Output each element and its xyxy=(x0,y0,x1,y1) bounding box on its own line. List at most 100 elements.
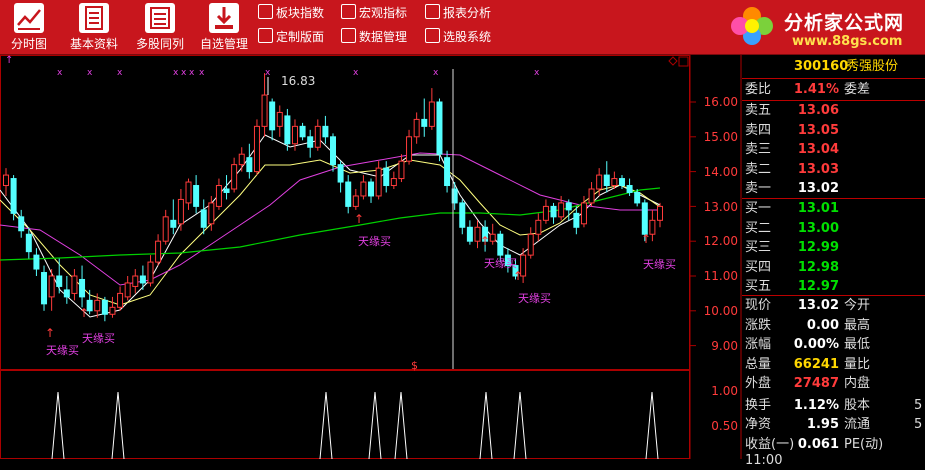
candle-body xyxy=(444,157,451,187)
weibi-row: 委比 1.41% 委差 xyxy=(742,80,925,99)
basic-info-label: 基本资料 xyxy=(69,37,118,51)
candle-body xyxy=(542,205,549,221)
candle-body xyxy=(588,188,595,204)
buy-arrow-icon: ↑ xyxy=(513,269,523,283)
report-analysis-button[interactable]: 报表分析 xyxy=(425,4,491,22)
high-price-label: 16.83 xyxy=(281,74,315,88)
stock-code: 300160 xyxy=(794,59,849,74)
y-tick: 14.00 xyxy=(704,165,738,179)
buy-arrow-icon: ↑ xyxy=(641,232,651,246)
ask-row: 卖五 13.06 xyxy=(742,101,925,120)
custom-layout-button[interactable]: 定制版面 xyxy=(258,28,324,46)
row-value: 13.02 xyxy=(797,181,839,196)
chart-maximize-icon[interactable] xyxy=(678,56,689,67)
stock-header: 300160 秀强股份 xyxy=(742,57,925,76)
candle-body xyxy=(330,136,336,166)
candle-body xyxy=(208,202,215,225)
macro-indicator-button[interactable]: 宏观指标 xyxy=(341,4,407,22)
row-label: 卖一 xyxy=(745,181,772,196)
candle-body xyxy=(18,216,25,232)
marker-dollar: $ xyxy=(411,359,418,372)
candle-body xyxy=(71,275,78,294)
candle-body xyxy=(489,233,496,242)
bid-row: 买二 13.00 xyxy=(742,219,925,238)
row-label-2: 今开 xyxy=(844,298,871,313)
row-label: 涨跌 xyxy=(745,317,772,333)
candle-body xyxy=(231,164,238,190)
intraday-chart-button[interactable]: 分时图 xyxy=(4,0,54,54)
y-tick: 11.00 xyxy=(704,269,738,283)
candle-body xyxy=(63,289,70,298)
download-icon xyxy=(209,3,239,33)
kline-chart[interactable]: 16.00 15.00 14.00 13.00 12.00 11.00 10.0… xyxy=(0,55,742,459)
bid-row: 买五 12.97 xyxy=(742,277,925,296)
sub-indicator xyxy=(51,391,659,459)
row-label: 买五 xyxy=(745,279,772,294)
candle-body xyxy=(421,118,428,127)
top-mark: x xyxy=(353,68,359,78)
candle-body xyxy=(565,202,572,211)
candle-body xyxy=(215,185,222,207)
signal-spike xyxy=(479,391,493,459)
chart-diamond-icon[interactable] xyxy=(668,56,678,66)
list-icon xyxy=(145,3,175,33)
candle-body xyxy=(109,306,116,315)
row-label: 卖三 xyxy=(745,142,772,157)
macro-indicator-label: 宏观指标 xyxy=(359,6,408,20)
candle-body xyxy=(79,278,86,298)
bid-row: 买四 12.98 xyxy=(742,258,925,277)
bar-chart-icon xyxy=(341,4,356,19)
y-tick: 12.00 xyxy=(704,234,738,248)
buy-arrow-icon: ↑ xyxy=(354,212,364,226)
logo-text: 分析家公式网 xyxy=(784,12,905,34)
y-tick: 15.00 xyxy=(704,130,738,144)
top-mark: x xyxy=(57,68,63,78)
sector-index-button[interactable]: 板块指数 xyxy=(258,4,324,22)
watchlist-button[interactable]: 自选管理 xyxy=(194,0,254,54)
candle-body xyxy=(132,275,139,287)
candle-body xyxy=(618,178,625,187)
line-chart-icon xyxy=(14,3,44,33)
multi-stock-button[interactable]: 多股同列 xyxy=(130,0,190,54)
stat-row: 现价 13.02 今开 xyxy=(742,296,925,315)
candle-body xyxy=(246,157,253,173)
candle-body xyxy=(466,226,473,242)
signal-spike xyxy=(513,391,527,459)
candle-body xyxy=(596,174,603,190)
buy-signals: ↑天缘买↑天缘买↑天缘买 ↑天缘买↑天缘买↑天缘买 xyxy=(45,212,676,357)
table-icon xyxy=(425,4,440,19)
buy-arrow-icon: ↑ xyxy=(79,306,89,320)
ask-row: 卖一 13.02 xyxy=(742,179,925,198)
top-mark: x xyxy=(181,68,187,78)
candle-body xyxy=(428,101,435,127)
candle-body xyxy=(641,202,648,235)
candle-body xyxy=(177,198,184,225)
candle-body xyxy=(124,282,131,298)
candle-body xyxy=(368,181,375,197)
sub-chart-frame xyxy=(0,370,690,459)
row-label: 买一 xyxy=(745,201,772,216)
candle-body xyxy=(573,212,580,228)
signal-spike xyxy=(51,391,65,459)
candle-body xyxy=(25,233,32,253)
report-analysis-label: 报表分析 xyxy=(443,6,492,20)
data-management-button[interactable]: 数据管理 xyxy=(341,28,407,46)
stat-row: 涨幅 0.00% 最低 xyxy=(742,335,925,354)
row-label: 净资 xyxy=(745,417,772,432)
ask-row: 卖四 13.05 xyxy=(742,121,925,140)
top-mark: x xyxy=(87,68,93,78)
select-icon xyxy=(425,28,440,43)
basic-info-button[interactable]: 基本资料 xyxy=(64,0,124,54)
watchlist-label: 自选管理 xyxy=(199,37,248,51)
time-label: 11:00 xyxy=(745,453,783,468)
multi-stock-label: 多股同列 xyxy=(135,37,184,51)
row-value: 13.00 xyxy=(797,220,839,236)
stock-selection-button[interactable]: 选股系统 xyxy=(425,28,491,46)
candle-body xyxy=(223,188,230,193)
row-value: 13.01 xyxy=(797,201,839,216)
y-tick: 10.00 xyxy=(704,304,738,318)
signal-spike xyxy=(645,391,659,459)
stock-selection-label: 选股系统 xyxy=(443,30,492,44)
bid-row: 买一 13.01 xyxy=(742,199,925,218)
stat-row: 换手 1.12% 股本 5 xyxy=(742,396,925,415)
